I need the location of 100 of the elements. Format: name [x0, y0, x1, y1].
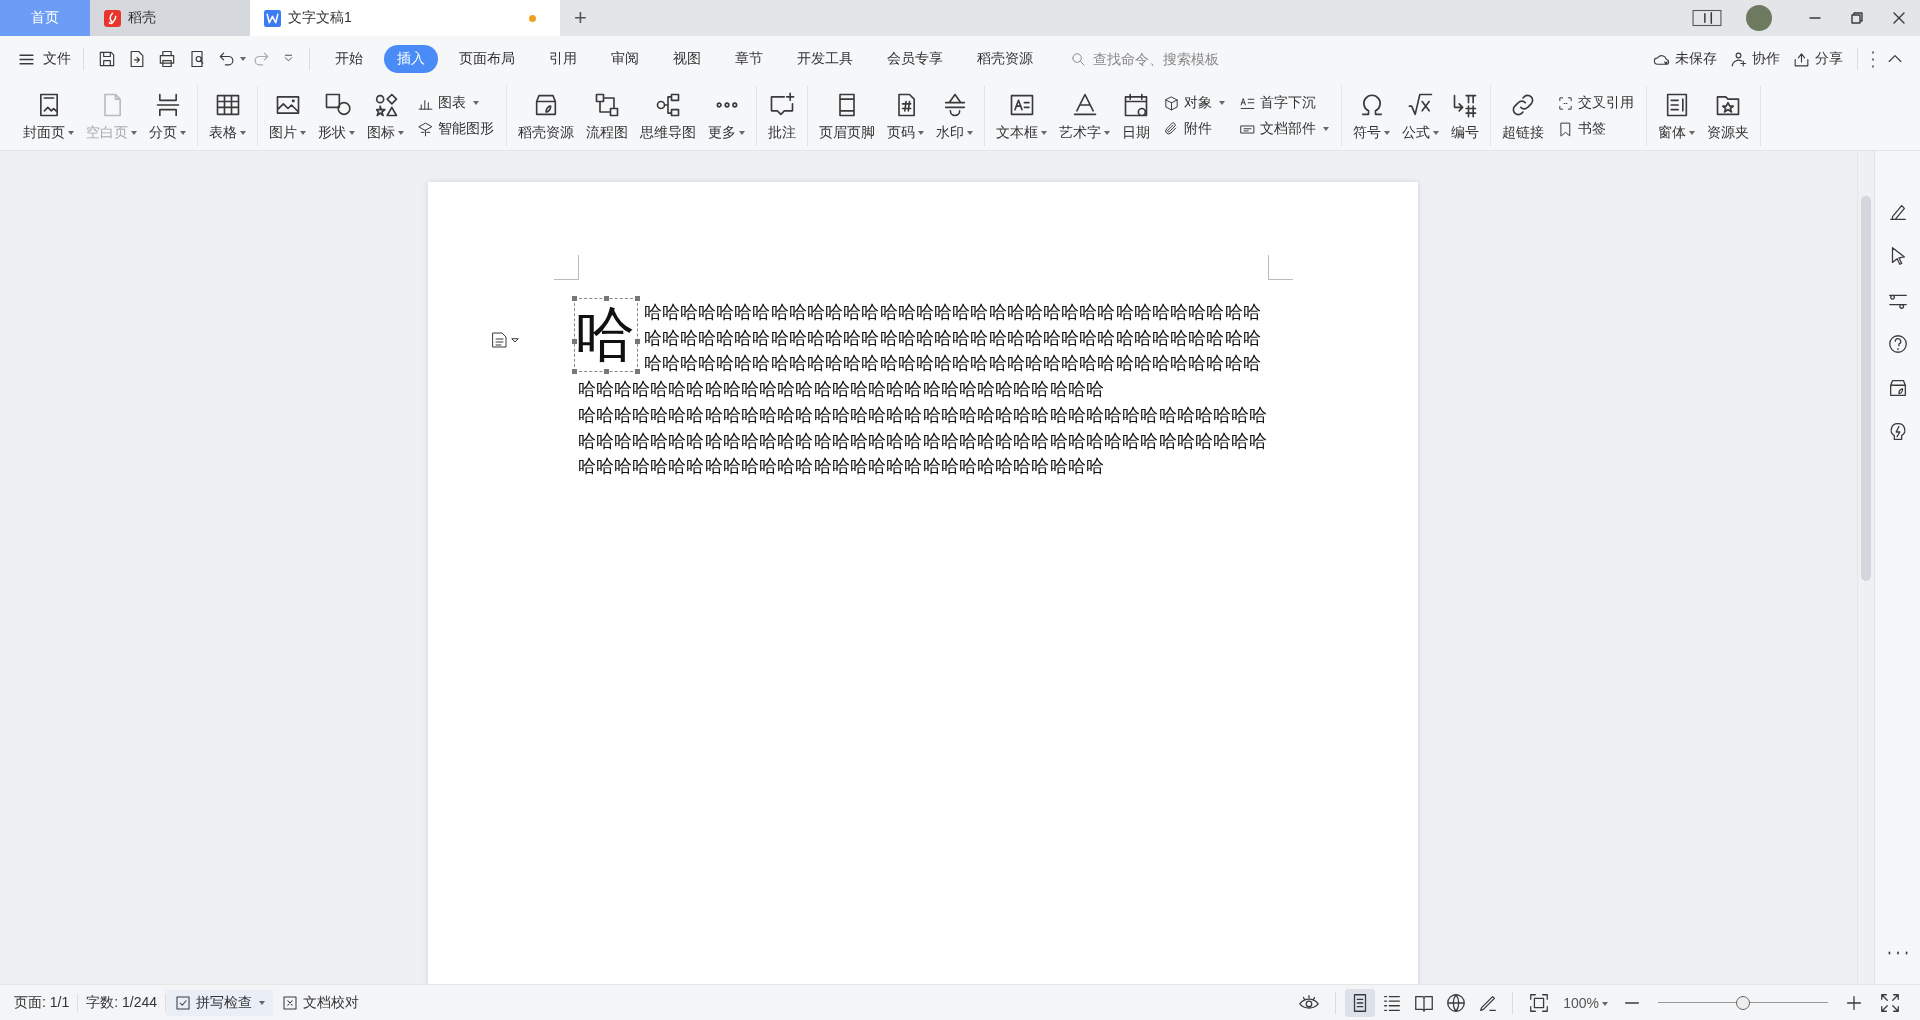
resize-handle[interactable]: [634, 339, 640, 344]
ribbon-button[interactable]: 批注: [762, 88, 802, 144]
slider-thumb[interactable]: [1736, 995, 1750, 1010]
toolbar-action-button[interactable]: 未保存: [1646, 49, 1723, 69]
document-tab[interactable]: 文字文稿1: [250, 0, 560, 36]
ribbon-tab[interactable]: 开始: [322, 45, 376, 73]
resize-handle[interactable]: [571, 339, 577, 344]
caret-icon: [180, 130, 186, 135]
caret-icon: [1104, 130, 1110, 135]
ribbon-tab[interactable]: 引用: [536, 45, 590, 73]
ribbon-button[interactable]: 文本框: [990, 88, 1053, 144]
resize-handle[interactable]: [571, 369, 577, 374]
more-options-icon[interactable]: [1871, 49, 1875, 69]
ribbon-button[interactable]: 日期: [1116, 88, 1156, 144]
resize-handle[interactable]: [634, 296, 640, 301]
toolbar-action-button[interactable]: 分享: [1786, 49, 1849, 69]
ribbon-button[interactable]: 分页: [143, 88, 192, 144]
print-icon[interactable]: [157, 49, 177, 69]
ribbon-button[interactable]: 页码: [881, 88, 930, 144]
caret-icon: [1323, 127, 1329, 131]
toolbar-action-button[interactable]: 协作: [1723, 49, 1786, 69]
ribbon-button[interactable]: 超链接: [1496, 88, 1550, 144]
flame-logo-icon: [104, 9, 121, 27]
help-icon[interactable]: [1886, 333, 1909, 355]
window-layout-icon[interactable]: [1692, 8, 1722, 28]
caret-icon: [1041, 130, 1047, 135]
resize-handle[interactable]: [571, 296, 577, 301]
drop-cap[interactable]: 哈: [573, 298, 638, 372]
ribbon-button[interactable]: 图表: [414, 93, 497, 113]
status-text: 页面: 1/1: [6, 993, 79, 1012]
ribbon-button[interactable]: 思维导图: [634, 88, 702, 144]
ribbon-button[interactable]: 表格: [203, 88, 252, 144]
ribbon-button[interactable]: 编号: [1445, 88, 1485, 144]
cross-reference-icon: [1557, 94, 1574, 112]
scroll-thumb[interactable]: [1861, 196, 1871, 581]
vertical-scrollbar[interactable]: [1857, 151, 1874, 984]
margin-corner-mark: [1267, 255, 1293, 280]
page-view-view-button[interactable]: [1345, 988, 1376, 1017]
zoom-dropdown[interactable]: 100%: [1557, 994, 1614, 1011]
new-tab-button[interactable]: +: [560, 0, 601, 36]
margin-corner-mark: [553, 255, 579, 280]
ribbon-button[interactable]: 公式: [1396, 88, 1445, 144]
ribbon-button[interactable]: 页眉页脚: [813, 88, 881, 144]
ribbon-tab[interactable]: 会员专享: [874, 45, 956, 73]
search-field[interactable]: 查找命令、搜索模板: [1070, 50, 1270, 68]
ribbon-button[interactable]: 对象: [1160, 93, 1228, 113]
ribbon-tab[interactable]: 章节: [722, 45, 776, 73]
file-menu-button[interactable]: 文件: [14, 46, 75, 72]
caret-icon: [259, 1000, 266, 1005]
ribbon-button[interactable]: 稻壳资源: [512, 88, 580, 144]
ribbon-button[interactable]: 图片: [263, 88, 312, 144]
ribbon-tab[interactable]: 视图: [660, 45, 714, 73]
caret-icon: [1433, 130, 1439, 135]
cross-box-icon: [281, 993, 300, 1012]
caret-icon: [300, 130, 306, 135]
caret-icon: [739, 130, 745, 135]
ribbon-button[interactable]: 水印: [930, 88, 979, 144]
avatar[interactable]: [1746, 5, 1772, 31]
ribbon-button[interactable]: 图标: [361, 88, 410, 144]
resize-handle[interactable]: [603, 296, 609, 301]
spell-check-button[interactable]: 拼写检查: [166, 989, 274, 1016]
ribbon-button[interactable]: 文档部件: [1236, 119, 1332, 139]
proofread-button[interactable]: 文档校对: [273, 989, 368, 1016]
ribbon-button[interactable]: 窗体: [1652, 88, 1701, 144]
save-icon[interactable]: [97, 49, 117, 69]
resize-handle[interactable]: [634, 369, 640, 374]
checkbox-icon: [174, 993, 193, 1012]
ribbon-tab[interactable]: 页面布局: [446, 45, 528, 73]
ribbon-button[interactable]: 更多: [702, 88, 751, 144]
ribbon-button[interactable]: 资源夹: [1701, 88, 1755, 144]
paragraph-text: 哈哈哈哈哈哈哈哈哈哈哈哈哈哈哈哈哈哈哈哈哈哈哈哈哈哈哈哈哈: [577, 378, 1106, 402]
ribbon-button[interactable]: 流程图: [580, 88, 634, 144]
ribbon-button[interactable]: 附件: [1160, 119, 1228, 139]
caret-icon: [240, 130, 246, 135]
caret-icon: [473, 101, 479, 105]
smart-shape-icon: [417, 120, 434, 138]
ribbon-button[interactable]: 符号: [1347, 88, 1396, 144]
ribbon-button[interactable]: 艺术字: [1053, 88, 1116, 144]
ribbon-tab[interactable]: 稻壳资源: [964, 45, 1046, 73]
caret-icon[interactable]: [240, 57, 246, 61]
ribbon-tab[interactable]: 审阅: [598, 45, 652, 73]
cube-icon: [1163, 94, 1180, 112]
restore-icon[interactable]: [1849, 10, 1865, 26]
close-icon[interactable]: [1891, 10, 1907, 26]
ribbon-button[interactable]: 封面页: [17, 88, 80, 144]
document-tab[interactable]: 稻壳: [90, 0, 250, 36]
fullscreen-icon[interactable]: [1879, 991, 1901, 1014]
search-icon: [1070, 50, 1087, 68]
ribbon-button[interactable]: 首字下沉: [1236, 93, 1332, 113]
ribbon-button[interactable]: 形状: [312, 88, 361, 144]
writer-logo-icon: [264, 9, 281, 27]
caret-icon: [349, 130, 355, 135]
caret-icon: [1602, 1001, 1608, 1006]
ribbon-tab[interactable]: 开发工具: [784, 45, 866, 73]
fit-page-icon[interactable]: [1528, 991, 1551, 1014]
globe-icon: [1445, 991, 1468, 1014]
ribbon-button[interactable]: 智能图形: [414, 119, 497, 139]
resize-handle[interactable]: [603, 369, 609, 374]
ribbon-button[interactable]: 交叉引用: [1554, 93, 1637, 113]
ribbon-button[interactable]: 书签: [1554, 119, 1637, 139]
